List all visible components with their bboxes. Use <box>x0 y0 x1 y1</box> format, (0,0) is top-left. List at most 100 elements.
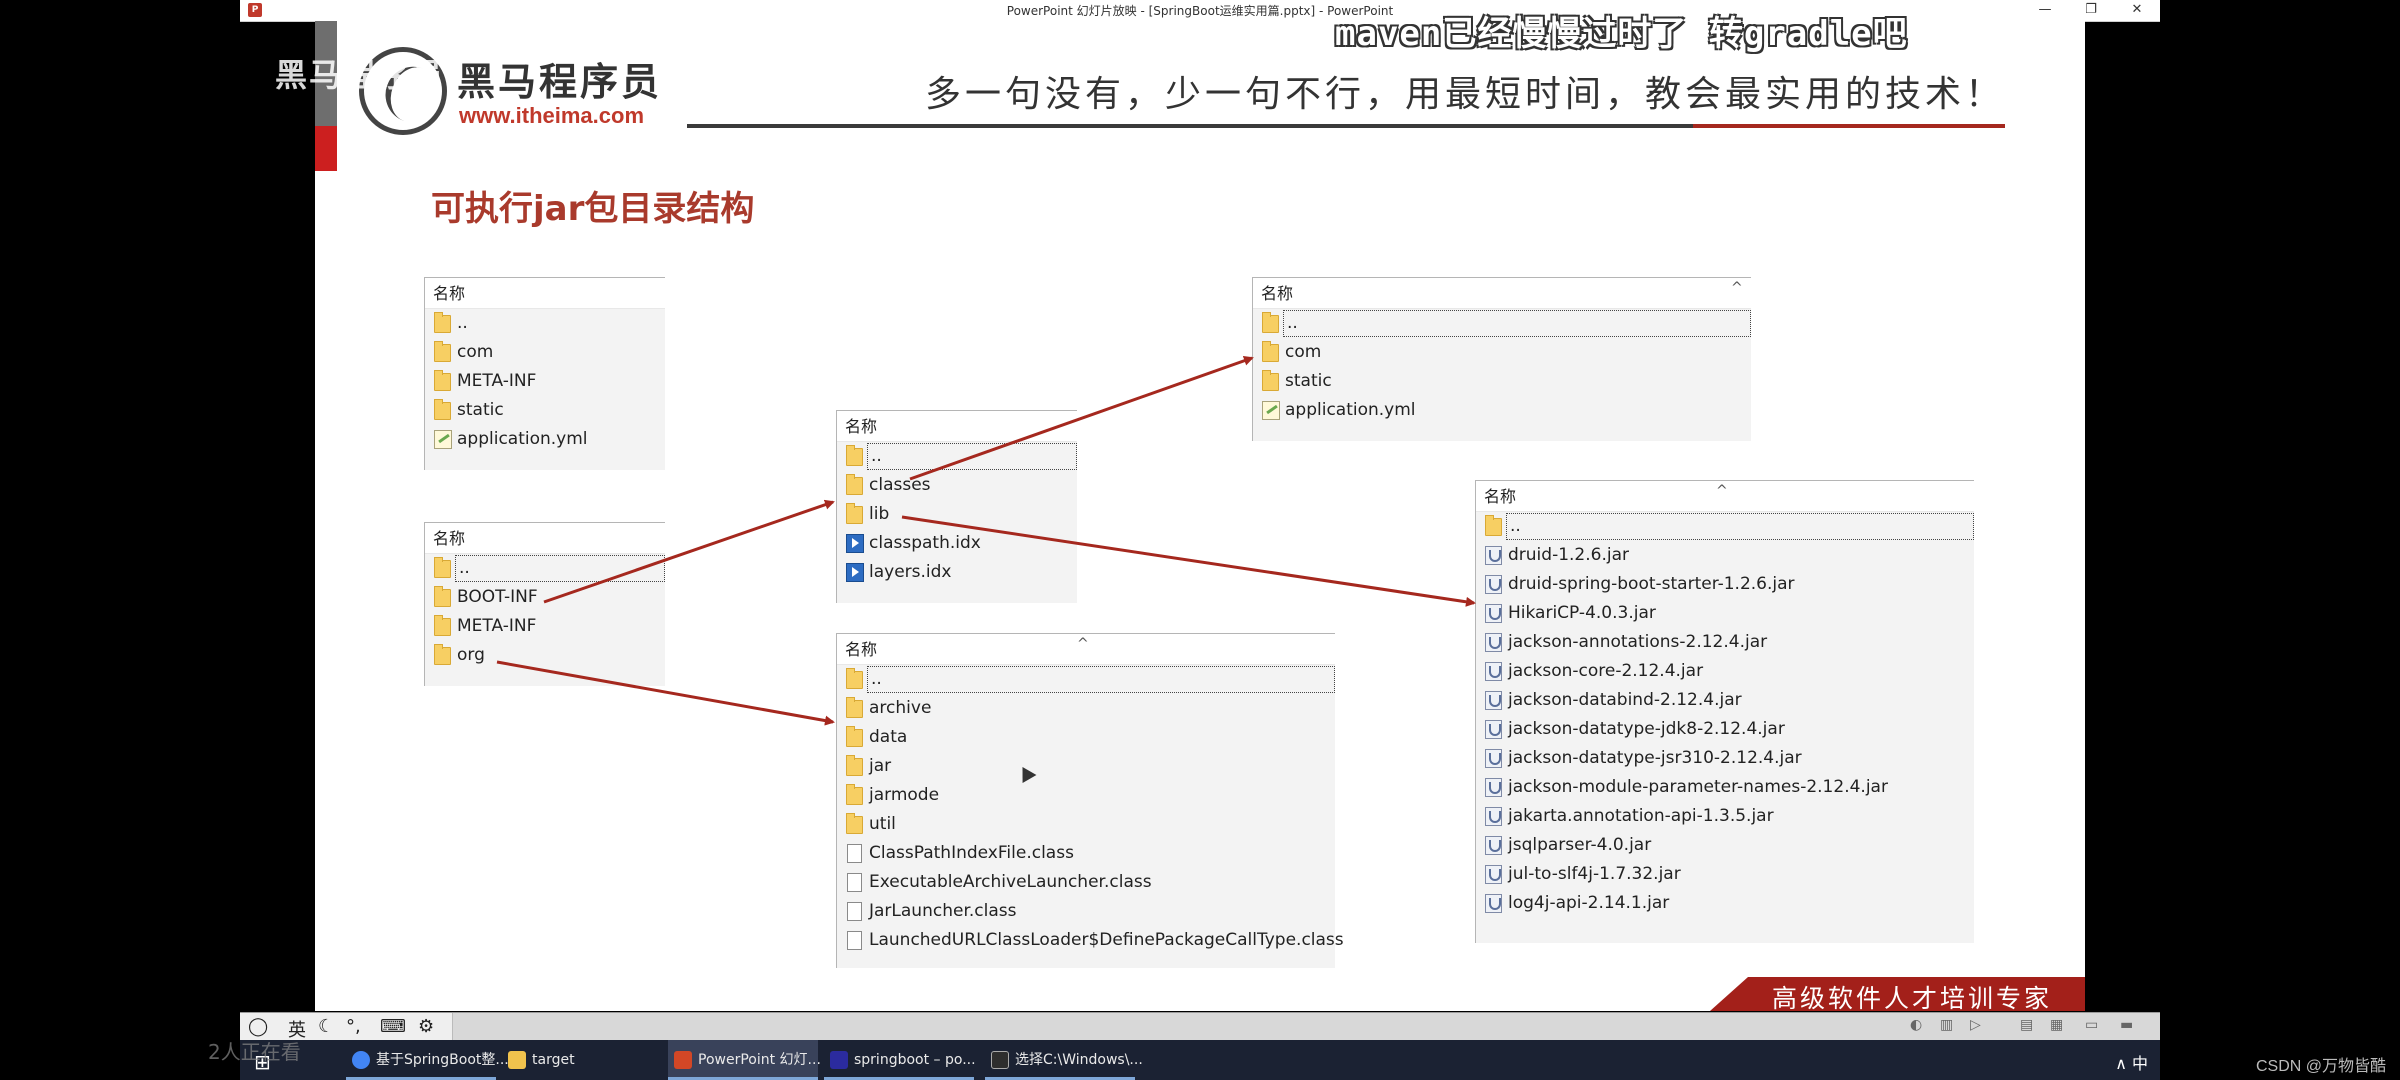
column-header-name[interactable]: 名称 <box>837 411 1077 442</box>
file-list-item[interactable]: util <box>837 810 1335 839</box>
file-list-item[interactable]: com <box>1253 338 1751 367</box>
idx-icon <box>846 563 864 582</box>
file-list-item[interactable]: archive <box>837 694 1335 723</box>
jar-icon <box>1485 807 1502 826</box>
status-icon-3[interactable]: ▷ <box>1970 1017 1981 1033</box>
file-name: druid-1.2.6.jar <box>1508 545 1629 565</box>
file-list-item[interactable]: .. <box>837 665 1335 694</box>
taskbar-item-explorer[interactable]: target <box>502 1040 652 1080</box>
punctuation-icon[interactable]: °, <box>346 1016 361 1037</box>
file-name: application.yml <box>457 429 588 449</box>
file-list-item[interactable]: application.yml <box>425 425 665 454</box>
file-name: util <box>869 814 896 834</box>
close-button[interactable]: ✕ <box>2114 0 2160 21</box>
normal-view-icon[interactable]: ▤ <box>2020 1017 2033 1033</box>
folder-icon <box>434 615 451 636</box>
ime-logo-icon[interactable]: ◯ <box>248 1016 268 1037</box>
file-list-item[interactable]: META-INF <box>425 367 665 396</box>
file-list-item[interactable]: jackson-datatype-jdk8-2.12.4.jar <box>1476 715 1974 744</box>
file-list-item[interactable]: LaunchedURLClassLoader$DefinePackageCall… <box>837 926 1344 955</box>
file-list: .. BOOT-INF META-INF org <box>425 554 665 686</box>
file-list-item[interactable]: lib <box>837 500 1077 529</box>
file-list-item[interactable]: layers.idx <box>837 558 1077 587</box>
file-list-item[interactable]: jul-to-slf4j-1.7.32.jar <box>1476 860 1974 889</box>
file-list-item[interactable]: .. <box>425 309 665 338</box>
minimize-button[interactable]: — <box>2022 0 2068 21</box>
folder-icon <box>508 1051 526 1069</box>
file-name: BOOT-INF <box>457 587 538 607</box>
file-list-item[interactable]: static <box>425 396 665 425</box>
status-icon-2[interactable]: ▥ <box>1940 1017 1953 1033</box>
file-list-item[interactable]: .. <box>1476 512 1974 541</box>
taskbar-item-cmd[interactable]: 选择C:\Windows\... <box>985 1040 1143 1080</box>
folder-icon <box>846 813 863 834</box>
system-tray[interactable]: ∧ 中 <box>2115 1050 2148 1074</box>
jar-icon <box>1485 546 1502 565</box>
slide: 黑马程序员 www.itheima.com 多一句没有，少一句不行，用最短时间，… <box>315 21 2085 1011</box>
column-header-name[interactable]: 名称 <box>425 278 665 309</box>
taskbar-item-label: target <box>532 1052 575 1068</box>
file-list-item[interactable]: META-INF <box>425 612 665 641</box>
file-list-item[interactable]: data <box>837 723 1335 752</box>
keyboard-icon[interactable]: ⌨ <box>380 1016 406 1037</box>
jar-icon <box>1485 691 1502 710</box>
gear-icon[interactable]: ⚙ <box>418 1016 434 1037</box>
file-list-item[interactable]: com <box>425 338 665 367</box>
status-icon-1[interactable]: ◐ <box>1910 1017 1922 1033</box>
file-list-item[interactable]: jarmode <box>837 781 1335 810</box>
file-list-item[interactable]: jackson-core-2.12.4.jar <box>1476 657 1974 686</box>
file-list-item[interactable]: org <box>425 641 665 670</box>
reading-view-icon[interactable]: ▭ <box>2085 1017 2098 1033</box>
file-list-item[interactable]: jackson-databind-2.12.4.jar <box>1476 686 1974 715</box>
taskbar: ⊞ 基于SpringBoot整... target PowerPoint 幻灯.… <box>240 1040 2160 1080</box>
column-header-name[interactable]: 名称 ^ <box>1476 481 1974 512</box>
file-list-item[interactable]: static <box>1253 367 1751 396</box>
file-list-item[interactable]: application.yml <box>1253 396 1751 425</box>
file-list-item[interactable]: BOOT-INF <box>425 583 665 612</box>
file-list-item[interactable]: jsqlparser-4.0.jar <box>1476 831 1974 860</box>
file-list-item[interactable]: JarLauncher.class <box>837 897 1335 926</box>
file-list-item[interactable]: jar <box>837 752 1335 781</box>
taskbar-item-idea[interactable]: springboot – po... <box>824 1040 976 1080</box>
sorter-view-icon[interactable]: ▦ <box>2050 1017 2063 1033</box>
file-name: static <box>1285 371 1332 391</box>
file-name: META-INF <box>457 371 537 391</box>
file-list-item[interactable]: jackson-annotations-2.12.4.jar <box>1476 628 1974 657</box>
folder-icon <box>434 557 451 578</box>
folder-icon <box>1262 312 1279 333</box>
file-list-item[interactable]: ExecutableArchiveLauncher.class <box>837 868 1335 897</box>
taskbar-item-label: springboot – po... <box>854 1052 976 1068</box>
slideshow-view-icon[interactable]: ▬ <box>2120 1017 2133 1033</box>
file-list-item[interactable]: classes <box>837 471 1077 500</box>
file-list-item[interactable]: .. <box>425 554 665 583</box>
file-name: jakarta.annotation-api-1.3.5.jar <box>1508 806 1774 826</box>
restore-button[interactable]: ❐ <box>2068 0 2114 21</box>
file-list-item[interactable]: jackson-datatype-jsr310-2.12.4.jar <box>1476 744 1974 773</box>
sort-arrow-icon: ^ <box>1731 280 1743 296</box>
file-name: jackson-module-parameter-names-2.12.4.ja… <box>1508 777 1888 797</box>
column-header-name[interactable]: 名称 ^ <box>1253 278 1751 309</box>
jar-icon <box>1485 575 1502 594</box>
file-list-item[interactable]: jakarta.annotation-api-1.3.5.jar <box>1476 802 1974 831</box>
file-list-item[interactable]: classpath.idx <box>837 529 1077 558</box>
file-list-item[interactable]: ClassPathIndexFile.class <box>837 839 1335 868</box>
file-list-item[interactable]: druid-1.2.6.jar <box>1476 541 1974 570</box>
ime-status-bar: ◯ 英 ☾ °, ⌨ ⚙ ◐ ▥ ▷ ▤ ▦ ▭ ▬ <box>240 1012 2160 1041</box>
taskbar-item-browser[interactable]: 基于SpringBoot整... <box>346 1040 509 1080</box>
file-list: .. druid-1.2.6.jar druid-spring-boot-start… <box>1476 512 1974 943</box>
column-header-name[interactable]: 名称 <box>425 523 665 554</box>
moon-icon[interactable]: ☾ <box>318 1016 334 1037</box>
column-header-name[interactable]: 名称 ^ <box>837 634 1335 665</box>
file-list-item[interactable]: druid-spring-boot-starter-1.2.6.jar <box>1476 570 1974 599</box>
file-name: .. <box>1506 513 1974 540</box>
file-name: com <box>457 342 494 362</box>
header-slogan: 多一句没有，少一句不行，用最短时间，教会最实用的技术！ <box>924 74 2005 115</box>
file-list-item[interactable]: .. <box>1253 309 1751 338</box>
file-list-item[interactable]: HikariCP-4.0.3.jar <box>1476 599 1974 628</box>
intellij-icon <box>830 1051 848 1069</box>
file-list-item[interactable]: jackson-module-parameter-names-2.12.4.ja… <box>1476 773 1974 802</box>
taskbar-item-powerpoint[interactable]: PowerPoint 幻灯... <box>668 1040 821 1080</box>
file-list-item[interactable]: .. <box>837 442 1077 471</box>
yml-icon <box>434 430 452 449</box>
file-list-item[interactable]: log4j-api-2.14.1.jar <box>1476 889 1974 918</box>
